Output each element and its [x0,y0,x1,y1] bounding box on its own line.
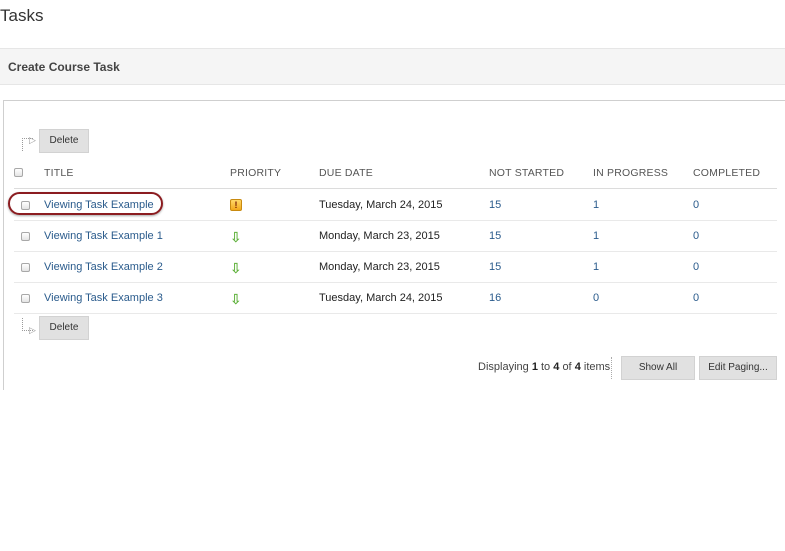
down-arrow-icon: ⇩ [230,229,242,245]
col-header-completed[interactable]: COMPLETED [693,167,760,179]
due-date: Tuesday, March 24, 2015 [319,199,443,211]
completed-link[interactable]: 0 [693,292,699,304]
row-checkbox[interactable] [21,232,30,241]
in-progress-link[interactable]: 0 [593,292,599,304]
task-title-link[interactable]: Viewing Task Example 3 [44,292,163,304]
top-arrow-icon: ▷ [29,135,36,145]
paging-prefix: Displaying [478,361,529,373]
col-header-due-date[interactable]: DUE DATE [319,167,373,179]
paging-to-word: to [541,361,551,373]
completed-link[interactable]: 0 [693,261,699,273]
action-bar: Create Course Task [0,48,785,85]
priority-high-icon: ! [230,199,242,211]
paging-of-word: of [562,361,572,373]
col-header-priority[interactable]: PRIORITY [230,167,281,179]
page-title: Tasks [0,6,44,25]
down-arrow-icon: ⇩ [230,291,242,307]
select-all-checkbox[interactable] [14,168,23,177]
task-title-link[interactable]: Viewing Task Example 1 [44,230,163,242]
in-progress-link[interactable]: 1 [593,199,599,211]
row-divider [14,282,777,283]
not-started-link[interactable]: 16 [489,292,501,304]
paging-separator [611,357,612,379]
create-course-task-link[interactable]: Create Course Task [8,60,120,74]
edit-paging-button[interactable]: Edit Paging... [699,356,777,380]
row-checkbox[interactable] [21,263,30,272]
task-title-link[interactable]: Viewing Task Example 2 [44,261,163,273]
not-started-link[interactable]: 15 [489,199,501,211]
due-date: Monday, March 23, 2015 [319,230,440,242]
paging-total: 4 [574,361,581,373]
col-header-title[interactable]: TITLE [44,167,74,179]
bottom-arrow-icon: ▷ [29,325,36,335]
not-started-link[interactable]: 15 [489,261,501,273]
bottom-delete-button[interactable]: Delete [39,316,89,340]
show-all-button[interactable]: Show All [621,356,695,380]
content-panel [3,100,785,390]
row-checkbox[interactable] [21,294,30,303]
row-divider [14,313,777,314]
not-started-link[interactable]: 15 [489,230,501,242]
paging-to: 4 [553,361,560,373]
col-header-in-progress[interactable]: IN PROGRESS [593,167,668,179]
highlight-ring [8,192,163,215]
paging-from: 1 [531,361,538,373]
in-progress-link[interactable]: 1 [593,230,599,242]
due-date: Monday, March 23, 2015 [319,261,440,273]
header-divider [14,188,777,189]
row-divider [14,220,777,221]
row-divider [14,251,777,252]
paging-summary: Displaying 1 to 4 of 4 items [478,361,610,373]
completed-link[interactable]: 0 [693,199,699,211]
due-date: Tuesday, March 24, 2015 [319,292,443,304]
completed-link[interactable]: 0 [693,230,699,242]
paging-suffix: items [583,361,611,373]
top-delete-button[interactable]: Delete [39,129,89,153]
down-arrow-icon: ⇩ [230,260,242,276]
in-progress-link[interactable]: 1 [593,261,599,273]
col-header-not-started[interactable]: NOT STARTED [489,167,564,179]
